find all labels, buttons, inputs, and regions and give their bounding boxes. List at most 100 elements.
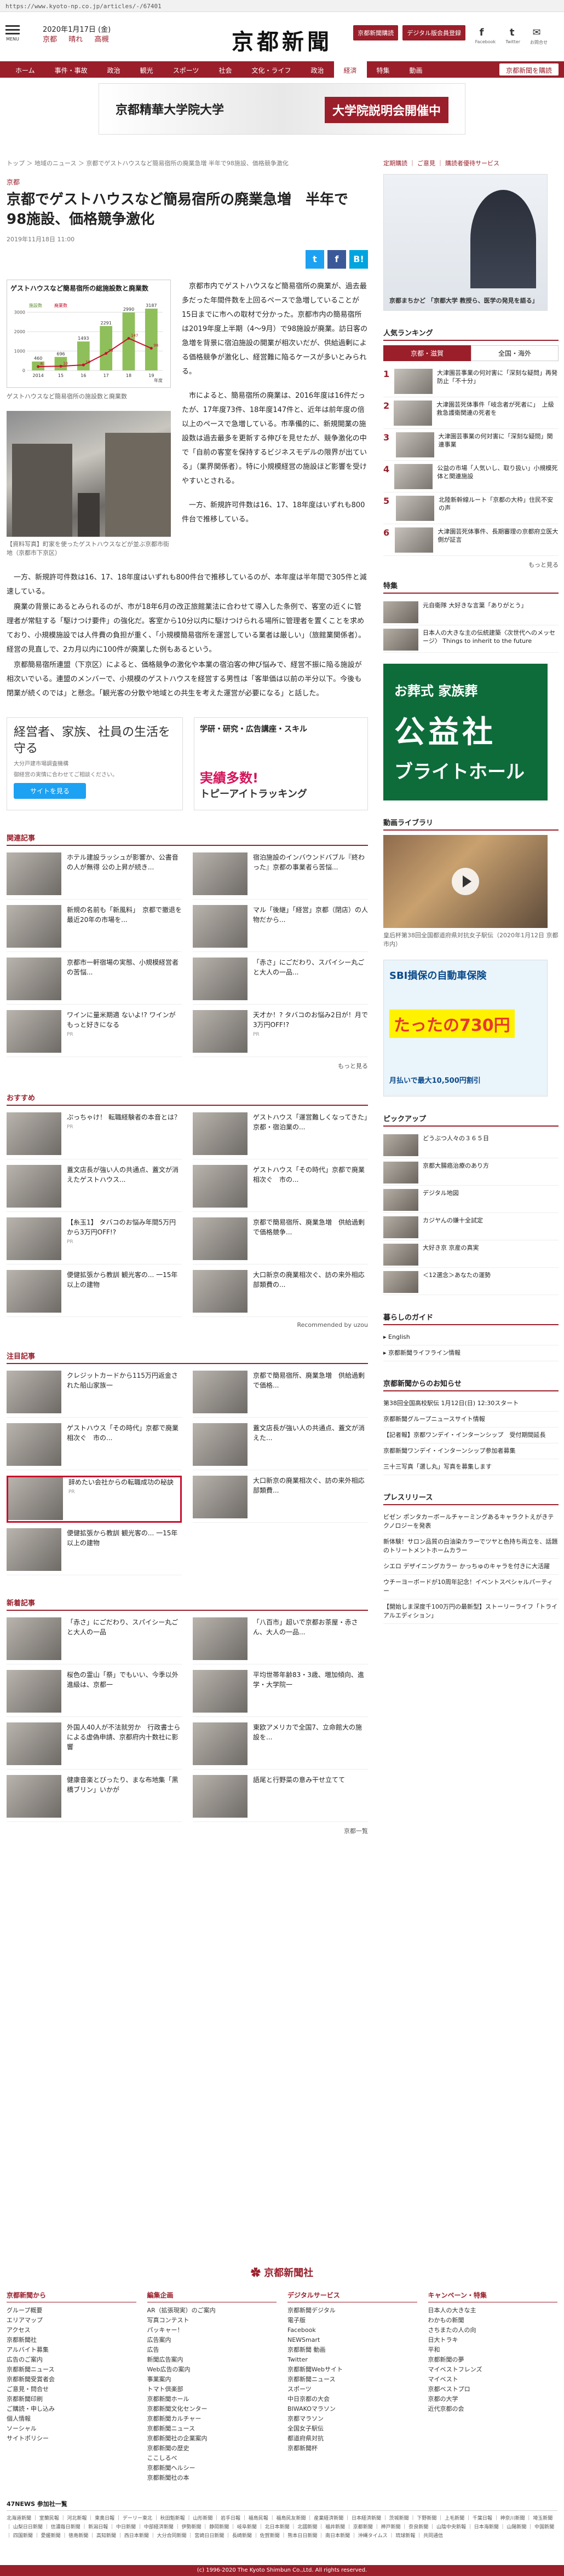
ranking-more-link[interactable]: もっと見る [383,560,559,569]
sidebar-ad-sbi[interactable]: SBI損保の自動車保険 たったの730円 月払いで最大10,500円割引 [383,960,548,1096]
recommend-card[interactable]: 蓋文店長が強い人の共通点、蓋文が消えたゲストハウス... [7,1165,182,1212]
recommend-card[interactable]: 京都で簡易宿所、廃業急増 供給過剰で価格競争... [193,1217,368,1264]
footer-link[interactable]: 京都新聞社の本 [147,2473,277,2483]
pickup-item[interactable]: 大好き京 京産の真実 [383,1240,559,1268]
press-item[interactable]: ビゼン ポンタカーボールチャーミングあるキャラクトえがきテクノロジーを発表 [383,1510,559,1534]
notice-item[interactable]: 京都新聞ワンデイ・インターンシップ参加者募集 [383,1443,559,1459]
footer-link[interactable]: 日本人の大きな主 [428,2306,558,2316]
footer-link[interactable]: ここしるべ [147,2453,277,2463]
footer-link[interactable]: 京都新聞 動画 [287,2345,417,2355]
footer-link[interactable]: ソーシャル [7,2424,136,2434]
weather-text[interactable]: 京都 晴れ 高槻 [43,35,111,45]
footer-link[interactable]: 京都新聞社の企業案内 [147,2434,277,2444]
new-card[interactable]: 健康音楽とびったり、まな布地集「黒橋ブリン」いかが [7,1775,182,1822]
sidebar-ad-funeral[interactable]: お葬式 家族葬 公益社 ブライトホール [383,664,548,800]
footer-link[interactable]: スポーツ [287,2384,417,2394]
footer-link[interactable]: 近代京都の会 [428,2404,558,2414]
footer-link[interactable]: 京都新聞ホール [147,2394,277,2404]
footer-link[interactable]: 個人情報 [7,2414,136,2424]
sidebar-top-links[interactable]: 定期購読 ｜ ご意見 ｜ 購読者優待サービス [383,159,559,167]
related-card[interactable]: ワインに量米期適 ないよ!? ワインがもっと好きになる PR [7,1010,182,1057]
footer-link[interactable]: 京都新聞杯 [287,2444,417,2453]
new-card[interactable]: 外国人40人が不法就労か 行政書士らによる虚偽申請、京都府内十数社に影響 [7,1722,182,1769]
footer-link[interactable]: マイベスト [428,2375,558,2384]
footer-link[interactable]: 中日京都の大会 [287,2394,417,2404]
footer-link[interactable]: グループ概要 [7,2306,136,2316]
footer-link[interactable]: 都道府県対抗 [287,2434,417,2444]
footer-link[interactable]: 京都新聞社 [7,2335,136,2345]
featured-card-highlighted[interactable]: 辞めたい会社からの転職成功の秘訣 PR [7,1476,182,1523]
recommend-powered-by[interactable]: Recommended by uzou [7,1321,368,1328]
recommend-card[interactable]: 便健拡張から教訓 観光客の... 一15年以上の建物 [7,1270,182,1317]
footer-link[interactable]: ご意見・問合せ [7,2384,136,2394]
article-photo[interactable] [7,411,171,537]
press-item[interactable]: 【開始しま深度千100万円の最新型】ストーリーライフ「トライアルエディション」 [383,1599,559,1624]
pickup-item[interactable]: どうぶつ人々の３６５日 [383,1131,559,1158]
pickup-item[interactable]: 京都大腸癌治療のあり方 [383,1158,559,1186]
featured-card[interactable]: ゲストハウス「その時代」京都で廃業相次ぐ 市の... [7,1423,182,1470]
recommend-card[interactable]: 大口新京の廃業相次ぐ、訪の来外相応部類費の... [193,1270,368,1317]
nav-item[interactable]: 社会 [209,61,241,78]
related-card[interactable]: ホテル建設ラッシュが影響か、公書音の人が無得 公の上昇が続き... [7,852,182,900]
featured-card[interactable]: 便健拡張から教訓 観光客の... 一15年以上の建物 [7,1528,182,1575]
menu-button[interactable]: MENU [5,23,20,42]
pickup-item[interactable]: デジタル地図 [383,1186,559,1213]
ad-cta-button[interactable]: サイトを見る [14,783,87,799]
footer-link[interactable]: 広告案内 [147,2335,277,2345]
chart-figure[interactable]: ゲストハウスなど簡易宿所の総施設数と廃業数 0 1000 2000 3000 460 20… [7,280,171,388]
social-facebook[interactable]: f Facebook [475,26,496,45]
new-card[interactable]: 桜色の霊山「祭」でもいい、今季以外進級は、京都一 [7,1670,182,1717]
footer-link[interactable]: トマト倶楽部 [147,2384,277,2394]
footer-logo[interactable]: ✿ 京都新聞社 [0,2265,564,2279]
related-card[interactable]: マル「後継」「経営」京都（閉店）の人物だから... [193,905,368,952]
new-card[interactable]: 語尾と行野菜の意み干せ立てて [193,1775,368,1822]
ranking-item[interactable]: 6 大津園芸死体事件、長期審理の京都府立医大側が証言 [383,524,559,556]
subscribe-button[interactable]: 京都新聞購読 [353,25,399,40]
footer-link[interactable]: アクセス [7,2325,136,2335]
new-card[interactable]: 東欧アメリカで全国7、立命館大の施設を... [193,1722,368,1769]
footer-link[interactable]: 全国女子駅伝 [287,2424,417,2434]
footer-link[interactable]: エリアマップ [7,2316,136,2325]
ranking-item[interactable]: 4 公益の市場「人気いし、取り扱い」小規模死体と関連施設 [383,461,559,492]
share-facebook-button[interactable]: f [327,250,346,269]
nav-item[interactable]: 文化・ライフ [241,61,301,78]
footer-link[interactable]: 京都新聞受賞者会 [7,2375,136,2384]
share-hatena-button[interactable]: B! [349,250,368,269]
footer-link[interactable]: NEWSmart [287,2335,417,2345]
footer-link[interactable]: わかもの新聞 [428,2316,558,2325]
featured-card[interactable]: 蓋文店長が強い人の共通点、蓋文が消えた... [193,1423,368,1470]
special-item[interactable]: 元自衛隊 大好きな言葉「ありがとう」 [383,598,559,625]
recommend-card[interactable]: ゲストハウス「その時代」京都で廃業相次ぐ 市の... [193,1165,368,1212]
footer-link[interactable]: 写真コンテスト [147,2316,277,2325]
notice-item[interactable]: 第38回全国高校駅伝 1月12日(日) 12:30スタート [383,1396,559,1412]
footer-link[interactable]: Web広告の案内 [147,2365,277,2375]
ranking-item[interactable]: 5 北陸新幹線ルート「京都の大枠」住民不安の声 [383,492,559,524]
footer-link[interactable]: 広告 [147,2345,277,2355]
footer-link[interactable]: 京都の大学 [428,2394,558,2404]
nav-item[interactable]: 政治 [301,61,333,78]
tab-national[interactable]: 全国・海外 [471,345,559,361]
press-item[interactable]: シエロ デザイニングカラー かっちゅのキャラを付きに大活躍 [383,1559,559,1575]
related-card[interactable]: 「赤さ」にごだわり、スパイシー丸ごと大人の一品... [193,958,368,1005]
nav-item[interactable]: 政治 [97,61,130,78]
footer-link[interactable]: 京都新聞文化センター [147,2404,277,2414]
footer-link[interactable]: 京都新聞Webサイト [287,2365,417,2375]
footer-link[interactable]: 新聞広告案内 [147,2355,277,2365]
footer-link[interactable]: 京都新聞の夢 [428,2355,558,2365]
footer-link[interactable]: 広告のご案内 [7,2355,136,2365]
press-item[interactable]: 新体験！サロン品質の白油染カラーでツヤと色持ち両立を、話題のトリートメントホーム… [383,1534,559,1559]
nav-item[interactable]: ホーム [5,61,45,78]
footer-link[interactable]: 京都新聞印刷 [7,2394,136,2404]
recommend-card[interactable]: ゲストハウス「運営難しくなってきた」京都・宿泊業の... [193,1112,368,1159]
ranking-item[interactable]: 3 大津園芸事業の何対害に「深刻な疑問」関連事業 [383,429,559,461]
footer-link[interactable]: 京都マラソン [287,2414,417,2424]
social-twitter[interactable]: t Twitter [505,26,520,45]
nav-item[interactable]: スポーツ [163,61,209,78]
footer-link[interactable]: アルバイト募集 [7,2345,136,2355]
footer-link[interactable]: 京都新聞ヘルシー [147,2463,277,2473]
top-banner-ad[interactable]: 京都精華大学院大学 大学院説明会開催中 [99,83,465,135]
video-player[interactable] [383,835,548,928]
related-card[interactable]: 天才か！? タバコのお悩み2日が！月で3万円OFF!? PR [193,1010,368,1057]
footer-link[interactable]: ご購読・申し込み [7,2404,136,2414]
recommend-card[interactable]: 【糸玉1】 タバコのお悩み年間5万円から3万円OFF!? PR [7,1217,182,1264]
